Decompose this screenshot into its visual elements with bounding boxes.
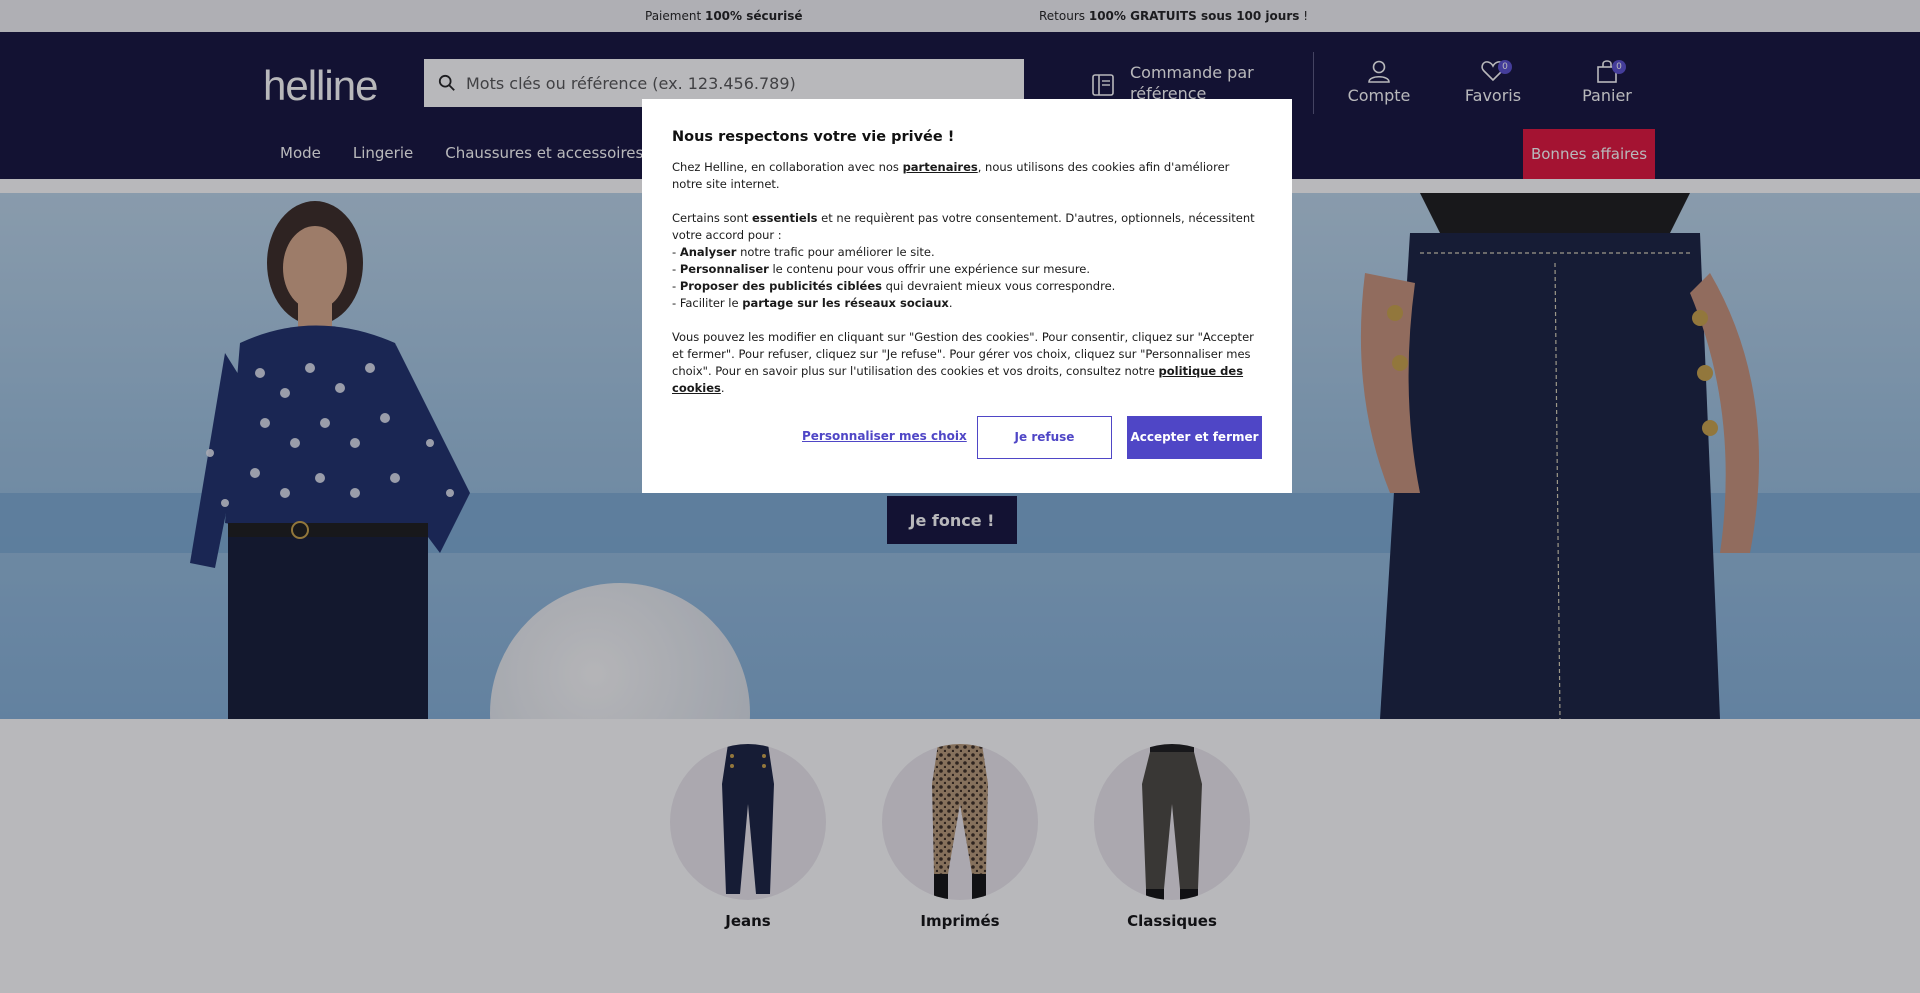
cookie-instructions: Vous pouvez les modifier en cliquant sur… <box>672 330 1254 395</box>
cookie-buttons: Personnaliser mes choix Je refuse Accept… <box>642 416 1292 460</box>
cookie-modal-title: Nous respectons votre vie privée ! <box>672 129 955 145</box>
partners-link[interactable]: partenaires <box>903 160 978 174</box>
cookie-consent-modal: Nous respectons votre vie privée ! Chez … <box>642 99 1292 493</box>
cookie-intro: Chez Helline, en collaboration avec nos … <box>672 160 1230 191</box>
cookie-purposes: Certains sont essentiels et ne requièren… <box>672 211 1255 310</box>
accept-close-button[interactable]: Accepter et fermer <box>1127 416 1262 459</box>
customize-choices-button[interactable]: Personnaliser mes choix <box>802 428 967 445</box>
refuse-button[interactable]: Je refuse <box>977 416 1112 459</box>
